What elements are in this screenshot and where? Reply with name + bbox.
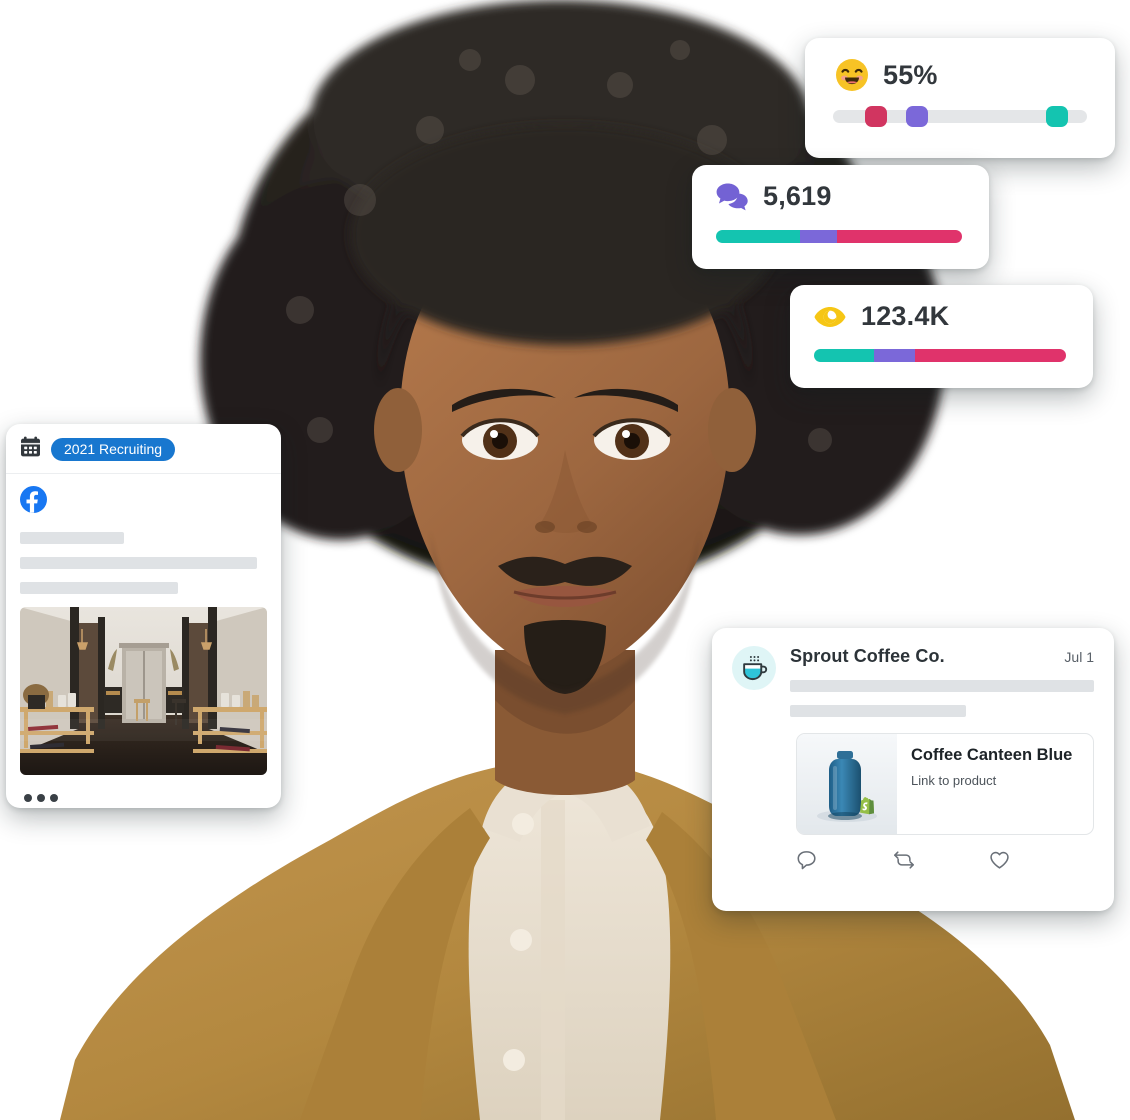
facebook-icon — [20, 486, 47, 518]
purple-segment — [799, 230, 837, 243]
impressions-card[interactable]: 123.4K — [790, 285, 1093, 388]
purple-segment — [874, 349, 915, 362]
sentiment-value: 55% — [883, 59, 938, 90]
purple-thumb[interactable] — [905, 106, 928, 127]
tweet-text-placeholder-1 — [790, 680, 1094, 692]
hero-stage: 55% 5,619 123.4K 2021 Recruiting Sprout … — [0, 0, 1130, 1120]
pink-thumb[interactable] — [865, 106, 888, 127]
impressions-value: 123.4K — [861, 301, 950, 331]
tweet-author-name: Sprout Coffee Co. — [790, 646, 945, 666]
like-icon[interactable] — [988, 849, 1011, 876]
social-post-preview-card[interactable]: Sprout Coffee Co. Jul 1 Coffee Canteen B… — [712, 628, 1114, 911]
sentiment-slider-wrap — [805, 92, 1115, 127]
product-link-label[interactable]: Link to product — [911, 773, 1083, 788]
teal-segment — [716, 230, 800, 243]
product-link-card[interactable]: Coffee Canteen Blue Link to product — [796, 733, 1094, 835]
pink-segment — [914, 349, 1066, 362]
messages-bar-wrap — [692, 212, 989, 243]
coffee-cup-icon — [732, 646, 776, 690]
retweet-icon[interactable] — [892, 849, 916, 876]
post-text-placeholder-3 — [20, 582, 179, 594]
tweet-text-placeholder-2 — [790, 705, 967, 717]
post-text-placeholder-2 — [20, 557, 258, 569]
messages-card-header: 5,619 — [692, 165, 989, 212]
messages-stacked-bar[interactable] — [716, 230, 962, 243]
sentiment-slider-track[interactable] — [833, 106, 1087, 127]
tweet-header: Sprout Coffee Co. Jul 1 — [712, 628, 1114, 717]
smiling-face-emoji-icon — [835, 58, 869, 92]
post-photo[interactable] — [20, 607, 267, 775]
sentiment-card-header: 55% — [805, 38, 1115, 92]
teal-thumb[interactable] — [1045, 106, 1068, 127]
teal-segment — [814, 349, 875, 362]
sentiment-card[interactable]: 55% — [805, 38, 1115, 158]
impressions-card-header: 123.4K — [790, 285, 1093, 332]
more-options-icon[interactable] — [6, 775, 281, 802]
calendar-icon — [20, 436, 41, 462]
product-title: Coffee Canteen Blue — [911, 746, 1073, 764]
post-card-header: 2021 Recruiting — [6, 424, 281, 474]
post-card-body — [6, 474, 281, 594]
messages-card[interactable]: 5,619 — [692, 165, 989, 269]
product-image — [797, 734, 897, 834]
chat-bubbles-icon — [716, 182, 749, 211]
post-text-placeholder-1 — [20, 532, 124, 544]
eye-icon — [814, 305, 846, 329]
pink-segment — [836, 230, 962, 243]
reply-icon[interactable] — [796, 849, 818, 876]
impressions-stacked-bar[interactable] — [814, 349, 1066, 362]
impressions-bar-wrap — [790, 332, 1093, 362]
tweet-date: Jul 1 — [1064, 649, 1094, 665]
tweet-action-bar — [712, 835, 1114, 876]
campaign-tag-pill[interactable]: 2021 Recruiting — [51, 437, 176, 461]
scheduled-post-card[interactable]: 2021 Recruiting — [6, 424, 281, 808]
messages-value: 5,619 — [763, 181, 832, 211]
